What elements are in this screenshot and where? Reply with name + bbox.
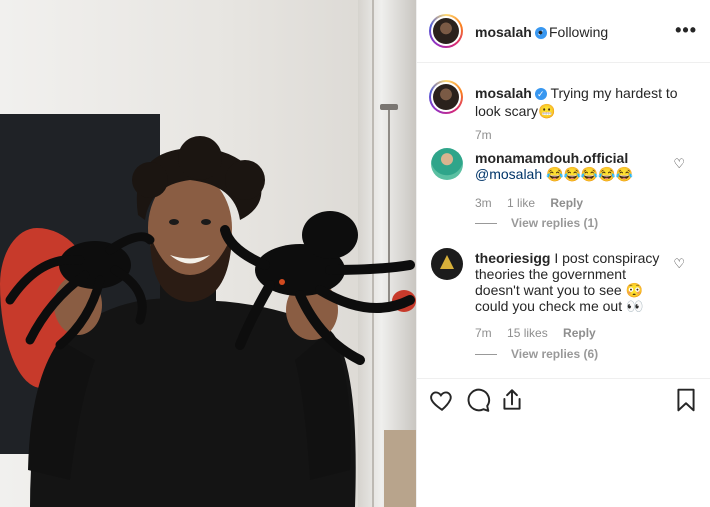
post-side-panel: mosalah ✓ • Following ••• mosalah ✓ Trying…: [416, 0, 710, 507]
view-replies-dash: [475, 223, 497, 225]
view-replies-button[interactable]: View replies (6): [475, 347, 598, 361]
comment-meta: 3m 1 like Reply: [475, 196, 595, 210]
comment-meta: 7m 15 likes Reply: [475, 326, 608, 340]
comment-username[interactable]: monamamdouh.official: [475, 150, 628, 166]
comment-like-heart-icon[interactable]: ♡: [673, 156, 685, 172]
following-button[interactable]: Following: [549, 24, 608, 40]
comment-timestamp[interactable]: 3m: [475, 196, 492, 210]
more-options-icon[interactable]: •••: [675, 20, 697, 41]
view-replies-label: View replies (1): [511, 216, 599, 230]
author-avatar[interactable]: [429, 14, 463, 48]
view-replies-dash: [475, 354, 497, 356]
person-with-spiders: [5, 136, 415, 507]
verified-badge-icon: ✓: [534, 88, 547, 100]
comment-icon[interactable]: [465, 387, 491, 413]
comment-likes[interactable]: 15 likes: [507, 326, 548, 340]
view-replies-button[interactable]: View replies (1): [475, 216, 598, 230]
caption-avatar[interactable]: [429, 80, 463, 114]
comment-reply-button[interactable]: Reply: [563, 326, 596, 340]
share-icon[interactable]: [499, 387, 525, 413]
post-header: mosalah ✓ • Following •••: [417, 0, 710, 63]
comment-like-heart-icon[interactable]: ♡: [673, 256, 685, 272]
comment-text: monamamdouh.official @mosalah 😂😂😂😂😂: [475, 150, 665, 182]
author-avatar-image: [433, 18, 459, 44]
caption-timestamp[interactable]: 7m: [475, 128, 492, 142]
author-username-row: mosalah ✓: [475, 24, 547, 42]
comment-mention[interactable]: @mosalah: [475, 166, 542, 182]
view-replies-label: View replies (6): [511, 347, 599, 361]
heart-icon[interactable]: [429, 387, 455, 413]
author-username[interactable]: mosalah: [475, 24, 532, 40]
comment-body: 😂😂😂😂😂: [546, 166, 634, 182]
comment-username[interactable]: theoriesigg: [475, 250, 550, 266]
caption-avatar-image: [433, 84, 459, 110]
post-actions-bar: [417, 378, 710, 422]
caption-emoji: 😬: [538, 103, 556, 119]
comment-reply-button[interactable]: Reply: [550, 196, 583, 210]
comments-section: mosalah ✓ Trying my hardest to look scary…: [417, 64, 710, 378]
bookmark-icon[interactable]: [673, 387, 699, 413]
caption-text: mosalah ✓ Trying my hardest to look scary…: [475, 84, 687, 120]
comment-text: theoriesigg I post conspiracy theories t…: [475, 250, 665, 314]
post-photo[interactable]: [0, 0, 416, 507]
comment-likes[interactable]: 1 like: [507, 196, 535, 210]
header-separator: •: [538, 24, 543, 40]
comment-timestamp[interactable]: 7m: [475, 326, 492, 340]
comment-avatar[interactable]: [431, 148, 463, 180]
comment-avatar[interactable]: [431, 248, 463, 280]
caption-username[interactable]: mosalah: [475, 85, 532, 101]
